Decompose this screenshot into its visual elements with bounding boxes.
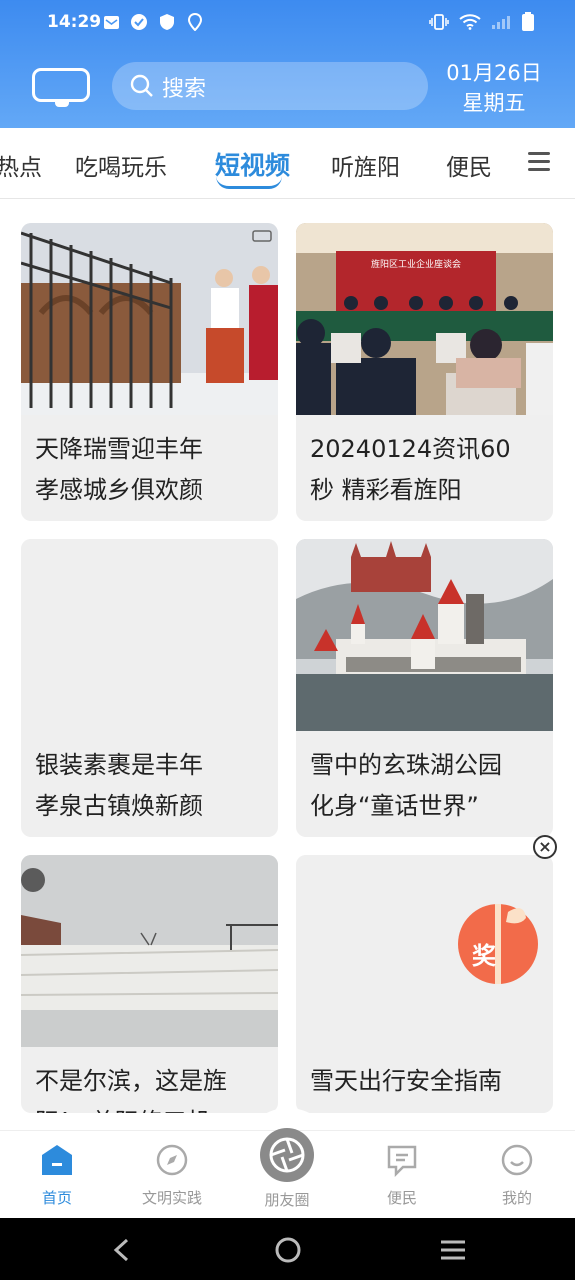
video-card[interactable]: 天降瑞雪迎丰年 孝感城乡俱欢颜 xyxy=(21,223,278,521)
app-header: 14:29 搜索 01月26日 星期五 xyxy=(0,0,575,128)
tab-convenience[interactable]: 便民 xyxy=(446,148,492,182)
location-icon xyxy=(186,13,204,31)
video-thumbnail xyxy=(296,539,553,731)
status-time: 14:29 xyxy=(47,12,102,32)
compass-icon xyxy=(156,1144,188,1176)
date-display: 01月26日 星期五 xyxy=(444,58,544,118)
tv-logo-icon[interactable] xyxy=(32,68,90,107)
video-card[interactable]: 银装素裹是丰年 孝泉古镇焕新颜 xyxy=(21,539,278,837)
card-title: 银装素裹是丰年 孝泉古镇焕新颜 xyxy=(35,751,203,820)
nav-civilization[interactable]: 文明实践 xyxy=(132,1143,212,1208)
status-bar: 14:29 xyxy=(0,0,575,46)
search-placeholder: 搜索 xyxy=(162,77,207,102)
tab-food-fun[interactable]: 吃喝玩乐 xyxy=(75,148,167,182)
video-thumbnail xyxy=(21,223,278,415)
category-tabs: 热点 吃喝玩乐 短视频 听旌阳 便民 xyxy=(0,128,575,199)
nav-services[interactable]: 便民 xyxy=(362,1143,442,1208)
system-nav-bar xyxy=(0,1218,575,1280)
mail-icon xyxy=(102,13,120,31)
check-badge-icon xyxy=(130,13,148,31)
signal-icon xyxy=(491,14,511,34)
active-tab-indicator xyxy=(216,176,282,189)
card-title: 天降瑞雪迎丰年 孝感城乡俱欢颜 xyxy=(35,435,203,504)
card-title: 雪天出行安全指南 xyxy=(310,1067,502,1095)
smiley-icon xyxy=(501,1144,533,1176)
video-thumbnail-placeholder xyxy=(21,539,278,731)
search-icon xyxy=(130,74,154,102)
video-thumbnail xyxy=(21,855,278,1047)
date-weekday: 星期五 xyxy=(462,91,526,115)
back-icon[interactable] xyxy=(112,1238,132,1262)
video-card[interactable]: 旌阳区工业企业座谈会 20240124资讯60 秒 精彩看旌阳 xyxy=(296,223,553,521)
video-card[interactable]: 雪天出行安全指南 xyxy=(296,855,553,1113)
tab-hot[interactable]: 热点 xyxy=(0,148,42,182)
bottom-nav: 首页 文明实践 朋友圈 便民 我的 xyxy=(0,1127,575,1219)
recents-icon[interactable] xyxy=(439,1238,467,1262)
home-circle-icon[interactable] xyxy=(274,1236,302,1264)
card-title: 雪中的玄珠湖公园 化身“童话世界” xyxy=(310,751,502,820)
shield-icon xyxy=(158,13,176,31)
chat-icon xyxy=(387,1145,417,1178)
menu-icon[interactable] xyxy=(528,152,550,176)
nav-mine[interactable]: 我的 xyxy=(477,1143,557,1208)
wifi-icon xyxy=(459,14,481,34)
banner-text: 旌阳区工业企业座谈会 xyxy=(371,258,461,270)
battery-icon xyxy=(521,12,535,36)
search-bar[interactable]: 搜索 xyxy=(112,62,428,110)
prize-badge[interactable]: 奖 xyxy=(458,904,538,984)
date-day: 01月26日 xyxy=(446,61,542,85)
video-thumbnail: 旌阳区工业企业座谈会 xyxy=(296,223,553,415)
prize-label: 奖 xyxy=(472,942,496,970)
card-title: 20240124资讯60 秒 精彩看旌阳 xyxy=(310,435,511,504)
card-title: 不是尔滨，这是旌 阳！ 总阳修三机 xyxy=(35,1067,227,1113)
close-icon[interactable]: × xyxy=(533,835,557,859)
nav-home[interactable]: 首页 xyxy=(17,1143,97,1208)
video-card[interactable]: 雪中的玄珠湖公园 化身“童话世界” xyxy=(296,539,553,837)
vibrate-icon xyxy=(429,14,449,34)
home-icon xyxy=(42,1145,72,1175)
video-card[interactable]: 不是尔滨，这是旌 阳！ 总阳修三机 xyxy=(21,855,278,1113)
camera-shutter-icon xyxy=(260,1128,314,1182)
tab-listen[interactable]: 听旌阳 xyxy=(331,148,400,182)
nav-moments[interactable]: 朋友圈 xyxy=(247,1127,327,1210)
